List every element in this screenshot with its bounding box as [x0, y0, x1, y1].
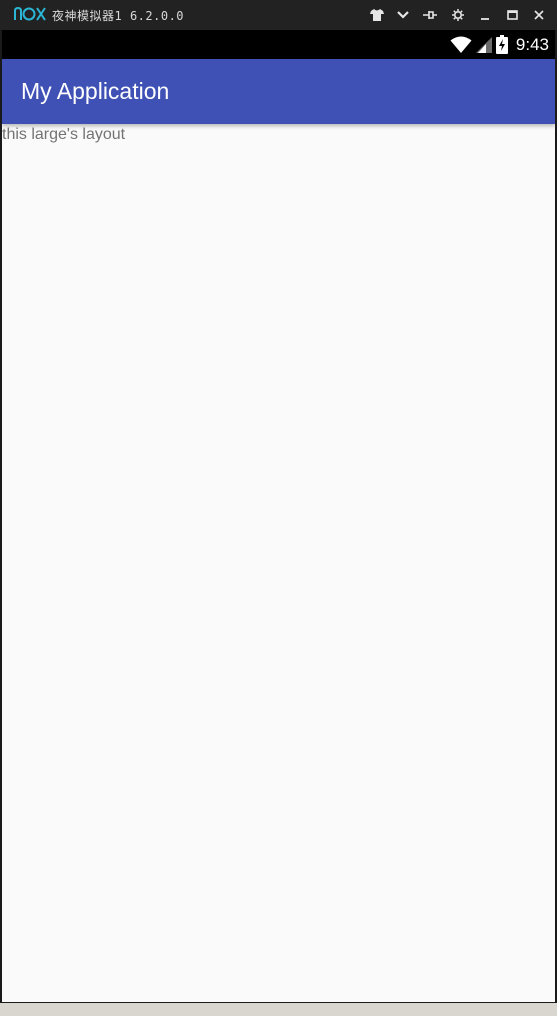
layout-label: this large's layout — [2, 126, 126, 143]
wifi-icon — [450, 36, 472, 53]
status-clock: 9:43 — [515, 34, 549, 54]
main-content: this large's layout — [2, 124, 555, 1002]
signal-icon — [475, 36, 492, 53]
nox-logo-icon — [14, 6, 46, 21]
app-bar: My Application — [2, 59, 555, 124]
emulator-titlebar: 夜神模拟器1 6.2.0.0 — [0, 0, 557, 30]
maximize-icon[interactable] — [504, 7, 520, 23]
emulator-window: 夜神模拟器1 6.2.0.0 9:43 My Application this … — [0, 0, 557, 1003]
status-bar: 9:43 — [2, 30, 555, 59]
shirt-icon[interactable] — [369, 7, 385, 23]
pin-icon[interactable] — [422, 7, 438, 23]
gear-icon[interactable] — [450, 7, 466, 23]
battery-charging-icon — [495, 35, 508, 54]
chevron-down-icon[interactable] — [395, 7, 411, 23]
status-icons: 9:43 — [450, 30, 549, 59]
android-screen: 9:43 My Application this large's layout — [2, 30, 555, 1002]
app-title: My Application — [21, 78, 170, 104]
minimize-icon[interactable] — [477, 7, 493, 23]
window-title: 夜神模拟器1 6.2.0.0 — [52, 9, 185, 23]
close-icon[interactable] — [531, 7, 547, 23]
